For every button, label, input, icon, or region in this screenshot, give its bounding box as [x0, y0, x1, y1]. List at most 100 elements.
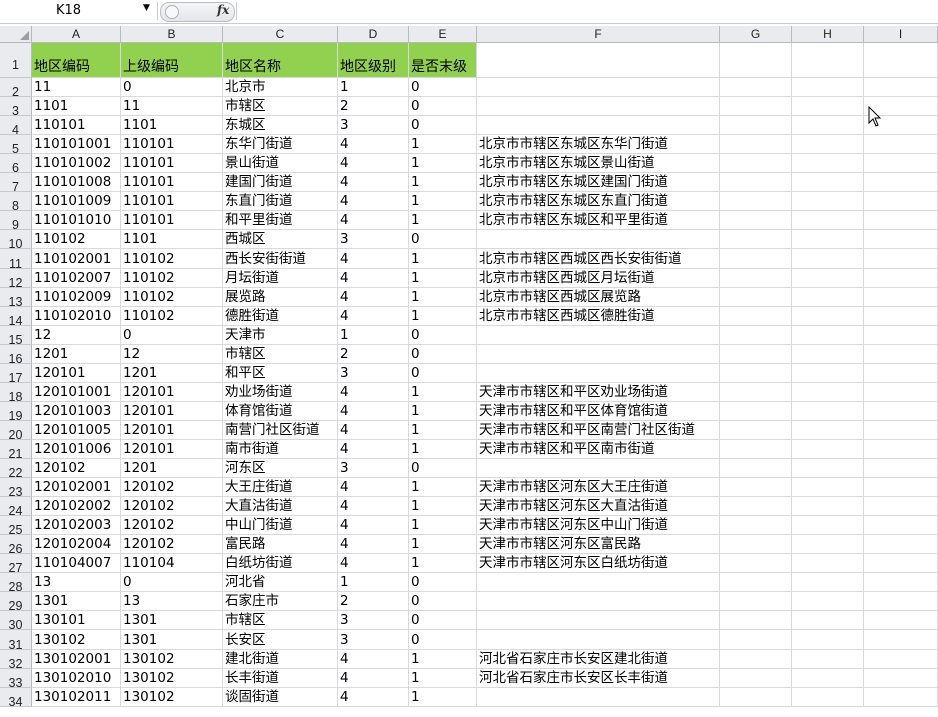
cell-e[interactable]: 1 — [409, 402, 477, 421]
cell-c[interactable]: 河北省 — [223, 573, 338, 592]
cell-e[interactable]: 1 — [409, 154, 477, 173]
empty-cell[interactable] — [720, 573, 792, 592]
row-header-17[interactable]: 17 — [0, 364, 32, 385]
cell-b[interactable]: 110102 — [121, 307, 223, 326]
cell-f[interactable] — [477, 116, 720, 135]
empty-cell[interactable] — [864, 288, 938, 307]
row-header-19[interactable]: 19 — [0, 402, 32, 423]
cell-d[interactable]: 4 — [338, 192, 409, 211]
cell-e[interactable]: 1 — [409, 269, 477, 288]
cell-f[interactable]: 天津市市辖区河东区富民路 — [477, 535, 720, 554]
row-header-14[interactable]: 14 — [0, 307, 32, 328]
cell-c[interactable]: 东城区 — [223, 116, 338, 135]
function-button-group[interactable]: fx — [160, 2, 235, 22]
cell-a[interactable]: 12 — [32, 326, 121, 345]
cell-b[interactable]: 120101 — [121, 421, 223, 440]
cell-a[interactable]: 110102 — [32, 230, 121, 249]
cell-e[interactable]: 0 — [409, 116, 477, 135]
cell-f[interactable]: 北京市市辖区东城区建国门街道 — [477, 173, 720, 192]
cell-b[interactable]: 120102 — [121, 516, 223, 535]
cell-d[interactable]: 3 — [338, 630, 409, 650]
empty-cell[interactable] — [792, 402, 864, 421]
cell-e[interactable]: 1 — [409, 211, 477, 230]
row-header-20[interactable]: 20 — [0, 421, 32, 442]
empty-cell[interactable] — [864, 688, 938, 707]
empty-cell[interactable] — [792, 78, 864, 97]
empty-cell[interactable] — [720, 535, 792, 554]
formula-input[interactable] — [236, 2, 937, 20]
empty-cell[interactable] — [720, 326, 792, 345]
chevron-down-icon[interactable]: ▼ — [143, 3, 150, 13]
insert-function-icon[interactable]: fx — [217, 3, 229, 17]
cell-e[interactable]: 1 — [409, 173, 477, 192]
cell-b[interactable]: 110102 — [121, 269, 223, 288]
cell-c[interactable]: 东华门街道 — [223, 135, 338, 154]
cell-a[interactable]: 120102004 — [32, 535, 121, 554]
cell-a[interactable]: 110101001 — [32, 135, 121, 154]
empty-cell[interactable] — [864, 573, 938, 592]
empty-cell[interactable] — [864, 440, 938, 459]
cell-d[interactable]: 2 — [338, 97, 409, 116]
cell-d[interactable]: 3 — [338, 116, 409, 135]
cell-b[interactable]: 110102 — [121, 288, 223, 307]
cell-a[interactable]: 130102011 — [32, 688, 121, 707]
row-header-25[interactable]: 25 — [0, 516, 32, 537]
cell-f[interactable]: 北京市市辖区东城区东华门街道 — [477, 135, 720, 154]
header-cell-b[interactable]: 上级编码 — [121, 43, 223, 78]
cell-b[interactable]: 11 — [121, 97, 223, 116]
cell-c[interactable]: 石家庄市 — [223, 592, 338, 611]
cell-a[interactable]: 120101006 — [32, 440, 121, 459]
name-box[interactable]: K18 ▼ — [0, 2, 158, 20]
empty-cell[interactable] — [792, 249, 864, 269]
cell-f[interactable] — [477, 345, 720, 364]
column-header-f[interactable]: F — [477, 26, 720, 43]
cell-a[interactable]: 110101010 — [32, 211, 121, 230]
cell-e[interactable]: 1 — [409, 497, 477, 516]
row-header-24[interactable]: 24 — [0, 497, 32, 518]
empty-cell[interactable] — [864, 78, 938, 97]
row-header-28[interactable]: 28 — [0, 573, 32, 594]
empty-cell[interactable] — [720, 497, 792, 516]
cell-f[interactable] — [477, 611, 720, 630]
empty-cell[interactable] — [864, 650, 938, 669]
cell-b[interactable]: 110102 — [121, 249, 223, 269]
row-header-23[interactable]: 23 — [0, 478, 32, 499]
empty-cell[interactable] — [792, 288, 864, 307]
cell-a[interactable]: 11 — [32, 78, 121, 97]
column-header-a[interactable]: A — [32, 26, 121, 43]
empty-cell[interactable] — [792, 478, 864, 497]
empty-cell[interactable] — [720, 116, 792, 135]
empty-cell[interactable] — [864, 402, 938, 421]
cell-d[interactable]: 4 — [338, 535, 409, 554]
row-header-16[interactable]: 16 — [0, 345, 32, 366]
cell-b[interactable]: 120102 — [121, 535, 223, 554]
empty-cell[interactable] — [864, 592, 938, 611]
cell-e[interactable]: 1 — [409, 307, 477, 326]
cell-b[interactable]: 1201 — [121, 459, 223, 478]
empty-cell[interactable] — [864, 669, 938, 688]
cell-e[interactable]: 1 — [409, 535, 477, 554]
empty-cell[interactable] — [720, 78, 792, 97]
column-header-b[interactable]: B — [121, 26, 223, 43]
cell-a[interactable]: 120101005 — [32, 421, 121, 440]
cell-b[interactable]: 110101 — [121, 211, 223, 230]
empty-cell[interactable] — [792, 154, 864, 173]
cell-a[interactable]: 110102009 — [32, 288, 121, 307]
cell-f[interactable] — [477, 364, 720, 383]
cell-a[interactable]: 1301 — [32, 592, 121, 611]
header-cell-a[interactable]: 地区编码 — [32, 43, 121, 78]
empty-cell[interactable] — [792, 173, 864, 192]
header-cell-c[interactable]: 地区名称 — [223, 43, 338, 78]
row-header-32[interactable]: 32 — [0, 650, 32, 671]
cell-b[interactable]: 1101 — [121, 116, 223, 135]
cell-b[interactable]: 130102 — [121, 688, 223, 707]
cell-e[interactable]: 0 — [409, 97, 477, 116]
cell-c[interactable]: 河东区 — [223, 459, 338, 478]
empty-cell[interactable] — [720, 307, 792, 326]
cell-d[interactable]: 3 — [338, 611, 409, 630]
row-header-1[interactable]: 1 — [0, 43, 32, 78]
cell-c[interactable]: 和平区 — [223, 364, 338, 383]
cell-f[interactable] — [477, 688, 720, 707]
empty-cell[interactable] — [720, 135, 792, 154]
cell-e[interactable]: 0 — [409, 630, 477, 650]
